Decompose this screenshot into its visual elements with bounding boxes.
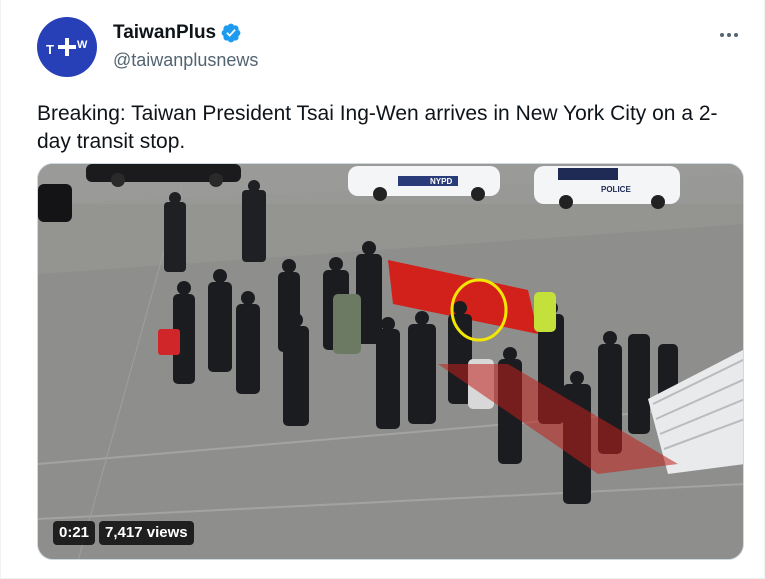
verified-badge-icon [221, 23, 241, 43]
video-meta: 0:21 7,417 views [53, 521, 194, 545]
more-icon [720, 33, 724, 37]
taiwanplus-logo-icon: T W [46, 38, 88, 57]
tweet-card: T W TaiwanPlus @taiwanplusnews Breaking:… [0, 0, 765, 579]
author-display-name[interactable]: TaiwanPlus [113, 22, 216, 44]
tweet-text: Breaking: Taiwan President Tsai Ing-Wen … [37, 102, 718, 153]
author-handle[interactable]: @taiwanplusnews [113, 50, 258, 71]
person-olive-jacket [333, 294, 361, 354]
svg-text:T: T [46, 42, 54, 57]
person-safety-vest [534, 292, 556, 332]
avatar[interactable]: T W [37, 17, 97, 77]
author-name-row: TaiwanPlus [113, 22, 242, 44]
svg-text:NYPD: NYPD [430, 177, 452, 186]
video-player[interactable]: NYPD POLICE [37, 163, 744, 560]
svg-text:POLICE: POLICE [601, 185, 631, 194]
more-options-button[interactable] [714, 22, 744, 48]
video-frame: NYPD POLICE [38, 164, 743, 559]
svg-text:W: W [77, 39, 88, 51]
black-car [38, 184, 72, 222]
video-duration: 0:21 [53, 521, 96, 545]
police-car-nypd: NYPD [348, 166, 500, 201]
video-views: 7,417 views [99, 521, 194, 545]
red-bag [158, 329, 180, 355]
police-car-police: POLICE [534, 166, 680, 209]
